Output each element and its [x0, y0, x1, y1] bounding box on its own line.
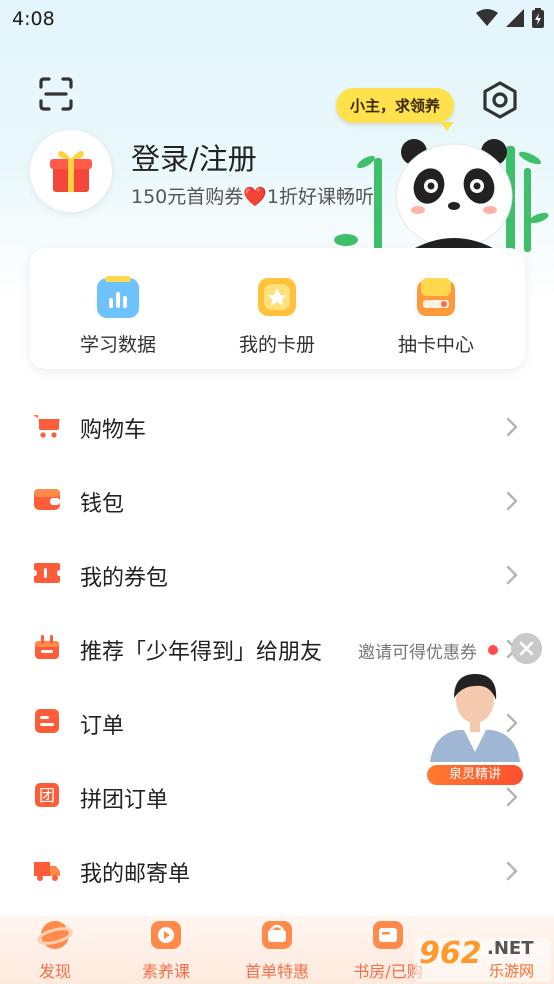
menu-item-label: 我的邮寄单	[80, 862, 191, 887]
menu-item-label: 订单	[80, 714, 125, 739]
site-watermark: 962 .NET 乐游网	[415, 936, 551, 982]
gift-box-icon	[35, 635, 59, 659]
menu-item-label: 钱包	[80, 492, 125, 517]
invite-hint: 邀请可得优惠券	[358, 643, 477, 663]
menu-list: 购物车 钱包 我的券包 推荐「少年得到」给朋友 邀请可得优惠券 订单 团 拼团订…	[0, 390, 554, 908]
group-order-icon-text: 团	[39, 786, 55, 805]
login-register-link[interactable]: 登录/注册	[131, 136, 257, 178]
coupon-icon	[34, 563, 60, 583]
avatar[interactable]	[30, 130, 112, 212]
cart-icon	[33, 415, 60, 438]
watermark-suffix: .NET	[487, 938, 534, 959]
bookshelf-icon	[373, 921, 403, 949]
notification-dot	[488, 645, 498, 655]
promo-label-badge: 泉灵精讲	[427, 765, 523, 785]
menu-item-label: 拼团订单	[80, 788, 169, 813]
card-draw-icon	[417, 278, 455, 316]
chevron-right-icon	[506, 787, 518, 807]
bar-chart-icon	[97, 276, 139, 318]
menu-item-label: 购物车	[80, 418, 147, 443]
quick-action-card-draw[interactable]: 抽卡中心	[376, 274, 496, 357]
menu-item-coupons[interactable]: 我的券包	[0, 538, 554, 612]
tab-discover[interactable]: 发现	[10, 918, 100, 982]
scan-icon[interactable]	[38, 76, 74, 112]
quick-actions-card: 学习数据 我的卡册 抽卡中心	[30, 248, 525, 369]
quick-action-label: 我的卡册	[238, 334, 315, 356]
status-time: 4:08	[12, 8, 55, 30]
play-tv-icon	[151, 921, 181, 949]
adopt-bubble[interactable]: 小主，求领养	[336, 88, 455, 131]
settings-gear-icon[interactable]	[480, 80, 520, 120]
chevron-right-icon	[506, 861, 518, 881]
watermark-text: 乐游网	[489, 962, 535, 980]
quick-action-study-data[interactable]: 学习数据	[58, 274, 178, 357]
gift-icon	[50, 150, 92, 192]
menu-item-label: 我的券包	[80, 566, 169, 591]
floating-promo-teacher[interactable]: 泉灵精讲	[424, 668, 526, 786]
status-bar: 4:08	[0, 0, 554, 40]
tab-first-order-deal[interactable]: 首单特惠	[232, 918, 322, 982]
battery-icon	[532, 8, 544, 28]
truck-icon	[34, 862, 60, 881]
close-icon[interactable]	[511, 633, 542, 664]
wifi-icon	[476, 9, 498, 26]
quick-action-card-album[interactable]: 我的卡册	[217, 274, 337, 357]
quick-action-label: 学习数据	[79, 334, 156, 356]
basket-icon	[262, 921, 292, 949]
star-card-icon	[258, 278, 296, 316]
tab-literacy-course[interactable]: 素养课	[121, 918, 211, 982]
chevron-right-icon	[506, 417, 518, 437]
order-icon	[35, 709, 59, 733]
chevron-right-icon	[506, 565, 518, 585]
menu-item-mail-orders[interactable]: 我的邮寄单	[0, 834, 554, 908]
wallet-icon	[34, 489, 60, 510]
tab-label: 素养课	[141, 962, 190, 981]
group-order-icon: 团	[35, 783, 59, 807]
panda-mascot[interactable]	[334, 128, 554, 252]
menu-item-wallet[interactable]: 钱包	[0, 464, 554, 538]
menu-item-cart[interactable]: 购物车	[0, 390, 554, 464]
quick-action-label: 抽卡中心	[397, 334, 474, 356]
watermark-number: 962	[419, 936, 482, 971]
planet-icon	[37, 921, 73, 949]
chevron-right-icon	[506, 491, 518, 511]
signal-icon	[506, 9, 524, 27]
tab-label: 首单特惠	[244, 962, 309, 981]
tab-label: 发现	[38, 962, 71, 981]
menu-item-label: 推荐「少年得到」给朋友	[80, 640, 323, 665]
promo-label: 泉灵精讲	[448, 767, 501, 782]
